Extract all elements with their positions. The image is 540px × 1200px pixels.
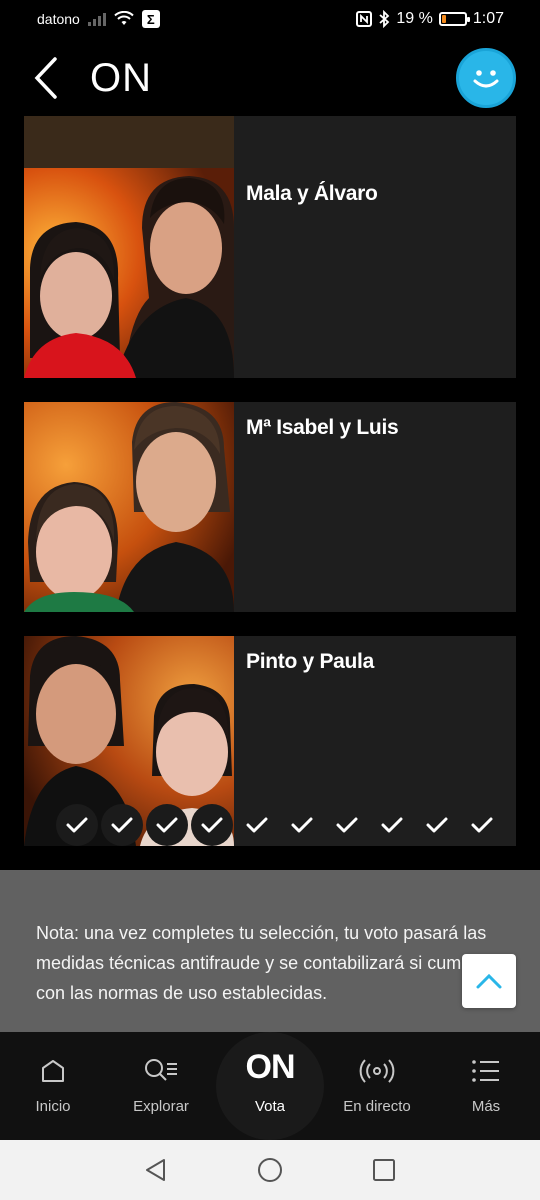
chevron-left-icon — [34, 57, 57, 99]
system-navigation-bar — [0, 1140, 540, 1200]
battery-icon — [438, 12, 470, 26]
battery-percent: 19 % — [396, 10, 433, 27]
nav-item-inicio[interactable]: Inicio — [3, 1054, 103, 1115]
nav-label-explorar: Explorar — [133, 1098, 189, 1115]
search-list-icon — [145, 1059, 177, 1081]
broadcast-icon — [359, 1059, 395, 1083]
check-icon[interactable] — [56, 804, 98, 846]
couple-card[interactable]: Mala y Álvaro — [24, 168, 516, 378]
sigma-icon: Σ — [141, 10, 160, 28]
check-icon[interactable] — [461, 804, 503, 846]
couple-name: Mª Isabel y Luis — [246, 416, 399, 439]
chevron-up-icon — [476, 973, 502, 989]
status-left: datono Σ — [37, 10, 160, 28]
check-icon[interactable] — [191, 804, 233, 846]
couples-list: Mala y Álvaro Mª Isabel y Luis Pinto y P… — [0, 116, 540, 870]
couple-photo — [24, 402, 234, 612]
wifi-icon — [114, 11, 134, 25]
profile-avatar-button[interactable] — [456, 48, 516, 108]
couple-name: Mala y Álvaro — [246, 182, 378, 205]
check-icon[interactable] — [416, 804, 458, 846]
status-bar: datono Σ 19 % 1:07 — [0, 0, 540, 38]
couple-photo — [24, 168, 234, 378]
bluetooth-icon — [379, 10, 390, 28]
check-icon[interactable] — [101, 804, 143, 846]
nav-item-mas[interactable]: Más — [436, 1054, 536, 1115]
system-home-button[interactable] — [253, 1153, 287, 1187]
system-back-button[interactable] — [139, 1153, 173, 1187]
vote-checks — [56, 804, 503, 846]
square-recents-icon — [373, 1159, 395, 1181]
menu-list-icon — [472, 1060, 499, 1082]
battery-level-fill — [441, 15, 447, 23]
back-button[interactable] — [28, 54, 64, 102]
check-icon[interactable] — [371, 804, 413, 846]
home-icon — [42, 1060, 64, 1082]
nav-label-inicio: Inicio — [35, 1098, 71, 1115]
triangle-back-icon — [146, 1159, 165, 1181]
carrier-label: datono — [37, 11, 80, 27]
page-title: ON — [90, 56, 152, 100]
nav-label-mas: Más — [471, 1098, 501, 1115]
check-icon[interactable] — [326, 804, 368, 846]
nav-label-en-directo: En directo — [343, 1098, 411, 1115]
vota-logo: ON — [245, 1048, 296, 1086]
note-text: Nota: una vez completes tu selección, tu… — [36, 923, 487, 1003]
note-panel: Nota: una vez completes tu selección, tu… — [0, 870, 540, 1032]
nav-item-en-directo[interactable]: En directo — [327, 1054, 427, 1115]
scroll-to-top-button[interactable] — [462, 954, 516, 1008]
couple-card[interactable]: Pinto y Paula — [24, 636, 516, 846]
couple-card[interactable]: Mª Isabel y Luis — [24, 402, 516, 612]
app-header: ON — [0, 40, 540, 116]
nfc-icon — [356, 11, 373, 27]
nav-label-vota: Vota — [254, 1098, 286, 1115]
clock: 1:07 — [472, 10, 504, 27]
check-icon[interactable] — [281, 804, 323, 846]
couple-name: Pinto y Paula — [246, 650, 374, 673]
nav-item-explorar[interactable]: Explorar — [111, 1054, 211, 1115]
check-icon[interactable] — [236, 804, 278, 846]
check-icon[interactable] — [146, 804, 188, 846]
system-recents-button[interactable] — [367, 1153, 401, 1187]
smiley-icon — [473, 70, 499, 88]
circle-home-icon — [258, 1158, 282, 1182]
signal-icon — [87, 12, 106, 26]
status-right: 19 % 1:07 — [356, 10, 504, 28]
